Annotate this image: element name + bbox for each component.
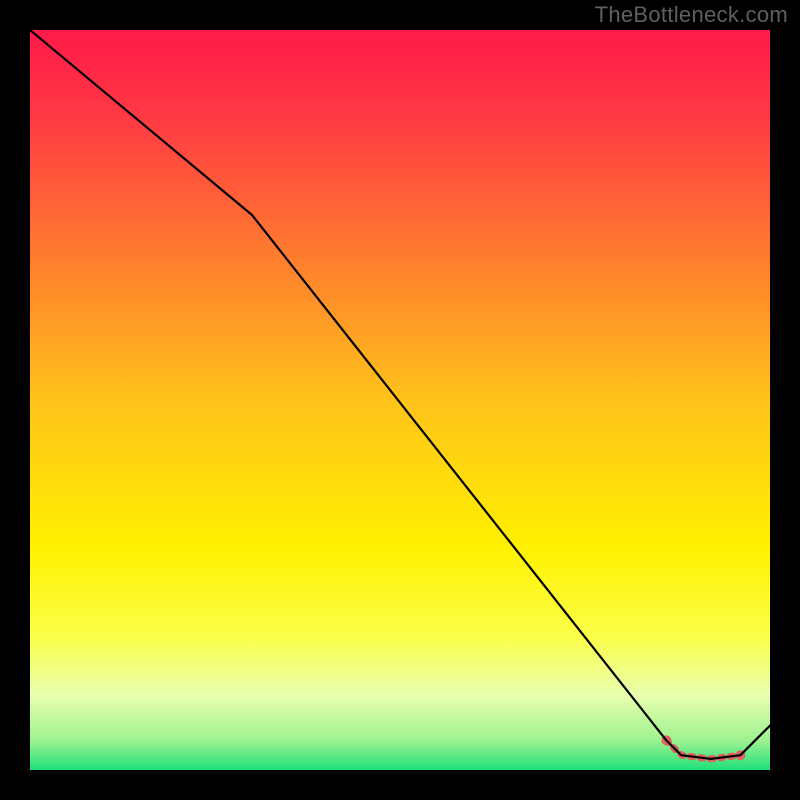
plot-area: [30, 30, 770, 770]
chart-frame: TheBottleneck.com: [0, 0, 800, 800]
attribution-text: TheBottleneck.com: [595, 2, 788, 28]
bottleneck-chart: [30, 30, 770, 770]
gradient-background: [30, 30, 770, 770]
